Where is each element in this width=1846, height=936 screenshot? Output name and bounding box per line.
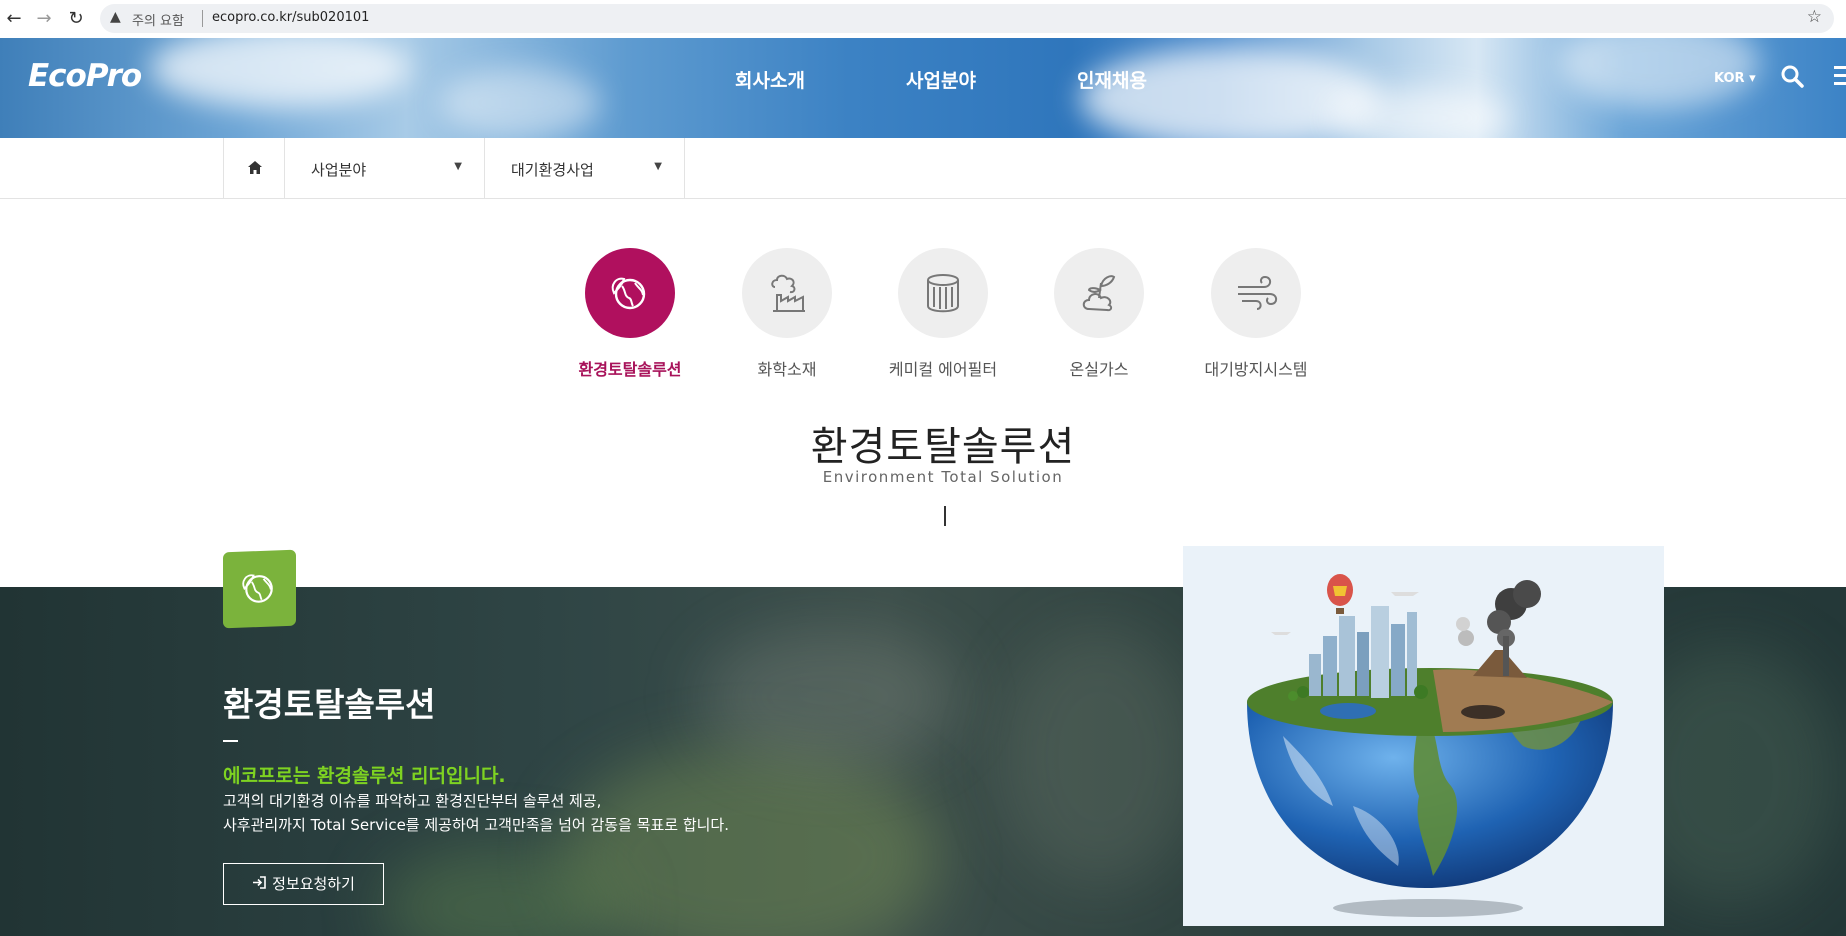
ecopro-logo[interactable]: EcoPro bbox=[28, 58, 142, 94]
header-cloud bbox=[440, 68, 600, 138]
category-dropdown-label: 사업분야 bbox=[311, 161, 367, 179]
reload-icon[interactable]: ↻ bbox=[66, 8, 86, 30]
hamburger-menu-icon[interactable] bbox=[1834, 66, 1846, 90]
browser-toolbar: ← → ↻ ▲ 주의 요함 ecopro.co.kr/sub020101 ☆ bbox=[0, 0, 1846, 38]
tab-icon-circle bbox=[1054, 248, 1144, 338]
info-request-label: 정보요청하기 bbox=[272, 875, 355, 893]
home-icon bbox=[248, 161, 262, 174]
section-title: 환경토탈솔루션 bbox=[223, 685, 436, 724]
bokeh-blob bbox=[1000, 627, 1200, 887]
tab-icon-circle bbox=[898, 248, 988, 338]
sprout-cloud-icon bbox=[1082, 275, 1116, 312]
tab-environment-total-solution[interactable]: 환경토탈솔루션 bbox=[555, 248, 705, 380]
section-lead: 에코프로는 환경솔루션 리더입니다. bbox=[223, 765, 506, 787]
filter-cartridge-icon bbox=[927, 274, 959, 313]
back-arrow-icon[interactable]: ← bbox=[4, 8, 24, 30]
warning-triangle-icon[interactable]: ▲ bbox=[110, 9, 121, 25]
tab-greenhouse-gas[interactable]: 온실가스 bbox=[1024, 248, 1174, 380]
address-bar[interactable]: ▲ 주의 요함 ecopro.co.kr/sub020101 ☆ bbox=[100, 4, 1834, 33]
earth-illustration bbox=[1183, 546, 1664, 926]
bokeh-blob bbox=[700, 627, 960, 767]
tab-label: 대기방지시스템 bbox=[1204, 360, 1308, 379]
sub-navigation: 사업분야 ▼ 대기환경사업 ▼ bbox=[0, 138, 1846, 199]
tab-icon-circle bbox=[585, 248, 675, 338]
page-subtitle: Environment Total Solution bbox=[822, 468, 1064, 486]
tab-label: 케미컬 에어필터 bbox=[888, 360, 998, 379]
url-divider bbox=[202, 10, 203, 27]
tab-icon-circle bbox=[742, 248, 832, 338]
tab-icon-circle bbox=[1211, 248, 1301, 338]
language-selector[interactable]: KOR ▾ bbox=[1714, 71, 1756, 86]
sign-in-arrow-icon bbox=[252, 864, 266, 904]
subcategory-dropdown-label: 대기환경사업 bbox=[511, 161, 594, 179]
description-line: 사후관리까지 Total Service를 제공하여 고객만족을 넘어 감동을 … bbox=[223, 816, 729, 834]
subcategory-dropdown[interactable]: 대기환경사업 ▼ bbox=[485, 138, 685, 198]
section-badge bbox=[223, 549, 296, 629]
nav-item-company[interactable]: 회사소개 bbox=[735, 66, 805, 93]
factory-icon bbox=[771, 274, 805, 312]
tab-chemical-materials[interactable]: 화학소재 bbox=[712, 248, 862, 380]
search-icon[interactable] bbox=[1780, 64, 1804, 92]
section-divider bbox=[223, 740, 238, 742]
forward-arrow-icon[interactable]: → bbox=[34, 8, 54, 30]
header-cloud bbox=[150, 38, 410, 108]
page-title: 환경토탈솔루션 bbox=[810, 424, 1076, 470]
nav-item-careers[interactable]: 인재채용 bbox=[1077, 66, 1147, 93]
caret-down-icon: ▼ bbox=[654, 161, 662, 172]
bookmark-star-icon[interactable]: ☆ bbox=[1807, 7, 1822, 27]
globe-leaf-icon bbox=[611, 277, 646, 310]
url-text[interactable]: ecopro.co.kr/sub020101 bbox=[212, 10, 369, 25]
tab-label: 온실가스 bbox=[1069, 360, 1129, 379]
caret-down-icon: ▼ bbox=[454, 161, 462, 172]
nav-item-business[interactable]: 사업분야 bbox=[906, 66, 976, 93]
security-warning-text[interactable]: 주의 요함 bbox=[132, 10, 184, 29]
section-description: 고객의 대기환경 이슈를 파악하고 환경진단부터 솔루션 제공, 사후관리까지 … bbox=[223, 789, 729, 837]
header-cloud bbox=[1330, 88, 1510, 138]
tab-chemical-air-filter[interactable]: 케미컬 에어필터 bbox=[868, 248, 1018, 380]
info-request-button[interactable]: 정보요청하기 bbox=[223, 863, 384, 905]
site-header: EcoPro 회사소개 사업분야 인재채용 KOR ▾ bbox=[0, 38, 1846, 138]
tab-label: 환경토탈솔루션 bbox=[578, 360, 682, 379]
title-divider bbox=[944, 506, 946, 526]
wind-icon bbox=[1238, 275, 1278, 310]
tab-label: 화학소재 bbox=[757, 360, 817, 379]
home-button[interactable] bbox=[223, 138, 285, 198]
globe-leaf-icon bbox=[242, 574, 273, 603]
category-dropdown[interactable]: 사업분야 ▼ bbox=[285, 138, 485, 198]
description-line: 고객의 대기환경 이슈를 파악하고 환경진단부터 솔루션 제공, bbox=[223, 792, 602, 810]
tab-air-pollution-system[interactable]: 대기방지시스템 bbox=[1181, 248, 1331, 380]
